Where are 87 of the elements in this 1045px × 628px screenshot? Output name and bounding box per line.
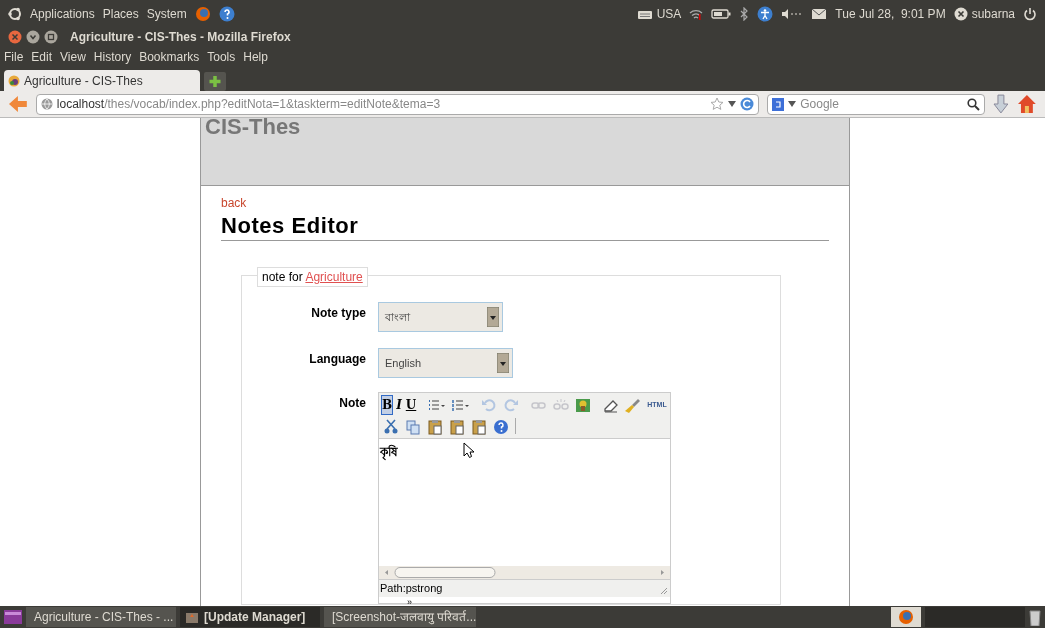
browser-tab[interactable]: Agriculture - CIS-Thes (4, 70, 200, 91)
resize-grip-icon[interactable] (660, 587, 668, 595)
workspace-switcher[interactable] (925, 607, 1025, 627)
keyboard-layout[interactable]: USA (656, 4, 682, 23)
help-icon[interactable] (218, 5, 235, 22)
select-value: English (385, 355, 423, 371)
firefox-icon[interactable] (194, 5, 211, 22)
download-arrow-icon[interactable] (993, 94, 1010, 114)
page-heading: Notes Editor (221, 212, 829, 241)
new-tab-icon[interactable] (204, 72, 226, 91)
trash-icon[interactable] (1029, 608, 1041, 626)
site-title: CIS-Thes (205, 118, 302, 141)
paste-icon (426, 417, 444, 435)
paste-icon (448, 417, 466, 435)
format-button[interactable]: I (395, 395, 403, 415)
panel-menu[interactable]: Places (102, 4, 139, 23)
user-status-icon[interactable] (953, 6, 968, 21)
help-icon (492, 417, 510, 435)
chevron-mark: » (407, 598, 412, 606)
favicon-icon (8, 74, 20, 87)
accessibility-icon[interactable] (757, 5, 774, 22)
format-button[interactable]: B (381, 395, 394, 415)
user-name[interactable]: subarna (971, 4, 1015, 23)
back-link[interactable]: back (221, 194, 247, 212)
taskbar-button[interactable]: Agriculture - CIS-Thes - ... (26, 607, 176, 627)
speaker-icon[interactable] (781, 7, 804, 20)
horizontal-scrollbar[interactable] (379, 566, 670, 579)
select-field[interactable]: বাংলা (378, 302, 503, 332)
maximize-icon[interactable] (44, 29, 58, 44)
paste-icon (470, 417, 488, 435)
menu-item[interactable]: View (60, 48, 86, 66)
ubuntu-logo-icon[interactable] (8, 6, 22, 21)
format-button[interactable]: U (404, 395, 418, 415)
close-icon[interactable] (8, 29, 22, 44)
site-globe-icon (40, 98, 53, 110)
taskbar-button[interactable]: [Screenshot-जलवायु परिवर्त... (324, 607, 476, 627)
address-bar[interactable]: localhost/thes/vocab/index.php?editNota=1&taskterm=editNote&tema=3 (35, 93, 760, 115)
field-label: Note (338, 395, 366, 412)
dropdown-button-icon[interactable] (487, 307, 499, 327)
select-field[interactable]: English (378, 348, 513, 378)
redo-icon (502, 396, 521, 414)
scissors-icon (382, 417, 400, 435)
home-icon[interactable] (1017, 94, 1037, 114)
dropdown-button-icon[interactable] (497, 353, 509, 373)
search-icon[interactable] (967, 97, 981, 111)
wifi-icon[interactable] (689, 7, 704, 20)
search-bar[interactable]: Google (767, 93, 986, 115)
menu-item[interactable]: Bookmarks (139, 48, 200, 66)
taskbar-button[interactable]: [Update Manager] (180, 607, 320, 627)
editor-content[interactable]: কৃষি (379, 439, 670, 566)
panel-menu[interactable]: Applications (30, 4, 95, 23)
dropdown-arrow-icon (788, 101, 797, 107)
mail-icon[interactable] (811, 7, 828, 20)
back-arrow-icon[interactable] (8, 95, 28, 113)
firefox-launcher[interactable] (891, 607, 921, 627)
url-text: localhost/thes/vocab/index.php?editNota=1&taskterm=editNote&tema=3 (56, 96, 442, 113)
search-engine-icon (772, 97, 785, 111)
agriculture-link[interactable]: Agriculture (305, 270, 363, 284)
field-label: Language (308, 351, 366, 368)
dropdown-arrow-icon[interactable] (728, 101, 737, 107)
minimize-icon[interactable] (26, 29, 40, 44)
menu-item[interactable]: Tools (207, 48, 236, 66)
firefox-icon (898, 609, 914, 625)
power-icon[interactable] (1023, 6, 1037, 21)
editor-text: কৃষি (380, 443, 398, 461)
panel-menu[interactable]: System (146, 4, 187, 23)
field-label: Note type (310, 305, 366, 322)
image-icon (574, 396, 593, 414)
workspace-icon[interactable] (4, 610, 22, 624)
copy-icon (404, 417, 422, 435)
battery-icon[interactable] (711, 7, 732, 20)
reload-icon[interactable] (740, 97, 755, 111)
select-value: বাংলা (385, 309, 412, 325)
menu-item[interactable]: Help (243, 48, 268, 66)
menu-item[interactable]: File (4, 48, 24, 66)
menu-item[interactable]: History (93, 48, 132, 66)
tab-label: Agriculture - CIS-Thes (24, 72, 143, 90)
brush-icon (624, 396, 643, 414)
editor-path: Path:pstrong (380, 581, 443, 597)
mouse-pointer-icon (463, 442, 474, 458)
bluetooth-icon[interactable] (739, 6, 750, 21)
menu-item[interactable]: Edit (31, 48, 53, 66)
window-title: Agriculture - CIS-Thes - Mozilla Firefox (70, 28, 291, 46)
star-icon[interactable] (710, 97, 725, 111)
search-field[interactable]: Google (800, 95, 964, 113)
legend: note for Agriculture (257, 267, 368, 287)
clock[interactable]: Tue Jul 28, 9:01 PM (835, 4, 946, 23)
